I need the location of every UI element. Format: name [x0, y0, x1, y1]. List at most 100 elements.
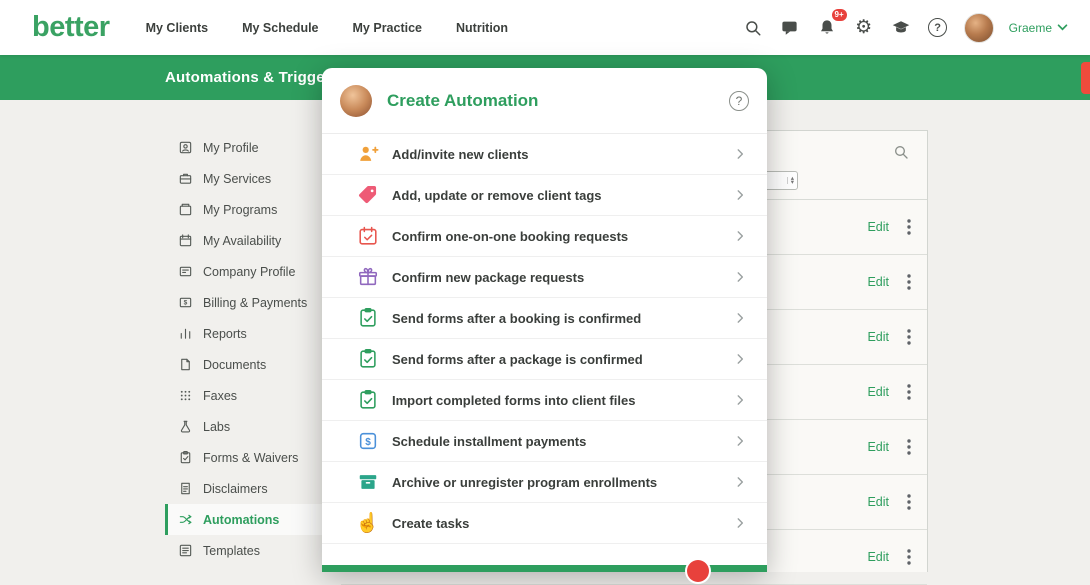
gift-icon — [356, 266, 379, 289]
notifications-bell-icon[interactable]: 9+ — [816, 17, 838, 39]
kebab-menu-icon[interactable] — [905, 217, 913, 237]
automation-option-create-tasks[interactable]: ☝ Create tasks — [322, 503, 767, 544]
sidebar-item-label: Disclaimers — [203, 482, 268, 496]
automation-option-label: Create tasks — [392, 516, 469, 531]
automation-option-add-invite-new-clients[interactable]: Add/invite new clients — [322, 134, 767, 175]
automation-option-label: Add/invite new clients — [392, 147, 529, 162]
education-icon[interactable] — [890, 17, 912, 39]
sidebar-item-label: Billing & Payments — [203, 296, 307, 310]
sidebar-item-label: My Services — [203, 172, 271, 186]
tag-icon — [356, 184, 379, 207]
automation-option-label: Add, update or remove client tags — [392, 188, 602, 203]
edit-link[interactable]: Edit — [867, 275, 889, 289]
sidebar-item-disclaimers[interactable]: Disclaimers — [165, 473, 341, 504]
form-check-icon — [356, 389, 379, 412]
settings-gear-icon[interactable]: ⚙ — [853, 17, 875, 39]
sidebar-item-label: My Availability — [203, 234, 281, 248]
help-icon[interactable]: ? — [927, 17, 949, 39]
sidebar-item-faxes[interactable]: Faxes — [165, 380, 341, 411]
page-title: Automations & Triggers — [165, 69, 339, 86]
automation-option-import-completed-forms-into-client-files[interactable]: Import completed forms into client files — [322, 380, 767, 421]
sidebar-item-my-profile[interactable]: My Profile — [165, 132, 341, 163]
notification-badge: 9+ — [832, 9, 847, 22]
nav-link-my-schedule[interactable]: My Schedule — [242, 21, 318, 35]
sidebar-item-label: Templates — [203, 544, 260, 558]
edit-link[interactable]: Edit — [867, 385, 889, 399]
modal-help-icon[interactable]: ? — [729, 91, 749, 111]
sidebar-item-automations[interactable]: Automations — [165, 504, 341, 535]
sidebar-item-company-profile[interactable]: Company Profile — [165, 256, 341, 287]
nav-link-nutrition[interactable]: Nutrition — [456, 21, 508, 35]
forms-icon — [177, 450, 193, 466]
automation-option-add-update-or-remove-client-tags[interactable]: Add, update or remove client tags — [322, 175, 767, 216]
sidebar-item-reports[interactable]: Reports — [165, 318, 341, 349]
automation-option-label: Schedule installment payments — [392, 434, 586, 449]
automation-option-label: Confirm new package requests — [392, 270, 584, 285]
sidebar-item-label: Faxes — [203, 389, 237, 403]
kebab-menu-icon[interactable] — [905, 547, 913, 567]
chat-launcher-button[interactable] — [687, 560, 709, 582]
edit-link[interactable]: Edit — [867, 330, 889, 344]
chevron-right-icon — [733, 311, 747, 325]
company-icon — [177, 264, 193, 280]
chevron-right-icon — [733, 188, 747, 202]
sidebar-item-templates[interactable]: Templates — [165, 535, 341, 566]
kebab-menu-icon[interactable] — [905, 382, 913, 402]
labs-icon — [177, 419, 193, 435]
add-client-icon — [356, 143, 379, 166]
side-tab-button[interactable] — [1081, 62, 1090, 94]
automation-options-list: Add/invite new clients Add, update or rem… — [322, 134, 767, 544]
briefcase-icon — [177, 171, 193, 187]
nav-link-my-practice[interactable]: My Practice — [353, 21, 422, 35]
edit-link[interactable]: Edit — [867, 440, 889, 454]
programs-icon — [177, 202, 193, 218]
chevron-right-icon — [733, 147, 747, 161]
calendar-check-icon — [356, 225, 379, 248]
sidebar-item-my-services[interactable]: My Services — [165, 163, 341, 194]
faxes-icon — [177, 388, 193, 404]
sidebar-item-labs[interactable]: Labs — [165, 411, 341, 442]
user-menu[interactable]: Graeme — [1009, 21, 1068, 35]
create-automation-modal: Create Automation ? Add/invite new clien… — [322, 68, 767, 572]
navbar-links: My Clients My Schedule My Practice Nutritio… — [146, 21, 509, 35]
sidebar-item-my-availability[interactable]: My Availability — [165, 225, 341, 256]
sidebar-item-label: My Programs — [203, 203, 277, 217]
automation-option-send-forms-after-a-package-is-confirmed[interactable]: Send forms after a package is confirmed — [322, 339, 767, 380]
chevron-down-icon — [1057, 24, 1068, 31]
kebab-menu-icon[interactable] — [905, 327, 913, 347]
user-avatar[interactable] — [964, 13, 994, 43]
chevron-right-icon — [733, 393, 747, 407]
brand-logo[interactable]: better — [32, 11, 110, 44]
coach-avatar — [340, 85, 372, 117]
edit-link[interactable]: Edit — [867, 495, 889, 509]
sidebar-item-documents[interactable]: Documents — [165, 349, 341, 380]
sidebar-item-my-programs[interactable]: My Programs — [165, 194, 341, 225]
archive-icon — [356, 471, 379, 494]
task-icon: ☝ — [356, 512, 379, 535]
top-navbar: better My Clients My Schedule My Practice N… — [0, 0, 1090, 55]
edit-link[interactable]: Edit — [867, 550, 889, 564]
disclaimers-icon — [177, 481, 193, 497]
automation-option-schedule-installment-payments[interactable]: $Schedule installment payments — [322, 421, 767, 462]
kebab-menu-icon[interactable] — [905, 272, 913, 292]
edit-link[interactable]: Edit — [867, 220, 889, 234]
sidebar-item-billing-payments[interactable]: $ Billing & Payments — [165, 287, 341, 318]
kebab-menu-icon[interactable] — [905, 492, 913, 512]
automation-option-confirm-one-on-one-booking-requests[interactable]: Confirm one-on-one booking requests — [322, 216, 767, 257]
search-icon[interactable] — [742, 17, 764, 39]
form-check-icon — [356, 348, 379, 371]
nav-link-my-clients[interactable]: My Clients — [146, 21, 209, 35]
user-name: Graeme — [1009, 21, 1052, 35]
svg-text:$: $ — [183, 300, 187, 307]
automation-option-label: Import completed forms into client files — [392, 393, 635, 408]
billing-icon: $ — [177, 295, 193, 311]
messages-icon[interactable] — [779, 17, 801, 39]
table-search-icon[interactable] — [893, 144, 909, 160]
sidebar-item-forms-waivers[interactable]: Forms & Waivers — [165, 442, 341, 473]
automation-option-send-forms-after-a-booking-is-confirmed[interactable]: Send forms after a booking is confirmed — [322, 298, 767, 339]
kebab-menu-icon[interactable] — [905, 437, 913, 457]
automation-option-archive-or-unregister-program-enrollments[interactable]: Archive or unregister program enrollment… — [322, 462, 767, 503]
automation-option-label: Archive or unregister program enrollment… — [392, 475, 657, 490]
automation-option-confirm-new-package-requests[interactable]: Confirm new package requests — [322, 257, 767, 298]
automation-option-label: Confirm one-on-one booking requests — [392, 229, 628, 244]
